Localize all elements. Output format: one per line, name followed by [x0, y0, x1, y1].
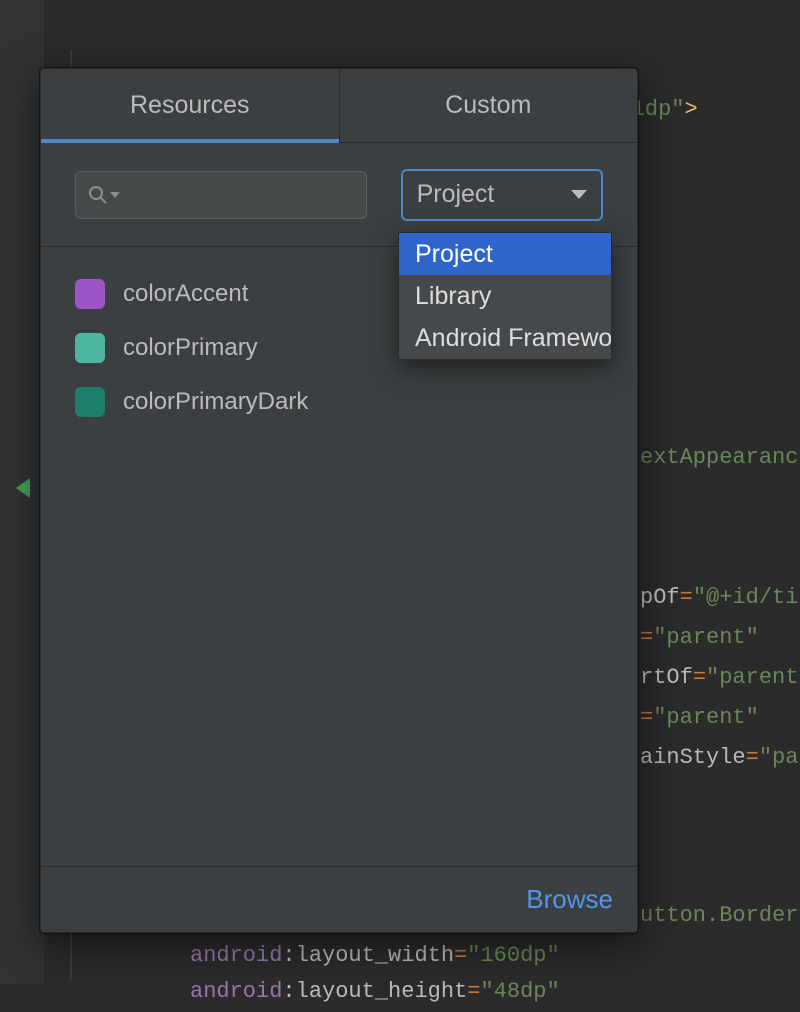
resource-picker-dialog: Resources Custom Project colorAccent col… [40, 68, 638, 933]
dropdown-option-android-framework[interactable]: Android Framework [399, 317, 611, 359]
scope-dropdown: Project Library Android Framework [398, 232, 612, 360]
color-name: colorPrimaryDark [123, 388, 308, 416]
search-input[interactable] [75, 171, 367, 219]
scope-select[interactable]: Project [401, 169, 603, 221]
color-name: colorAccent [123, 280, 248, 308]
color-name: colorPrimary [123, 334, 258, 362]
dialog-footer: Browse [41, 866, 637, 932]
scope-select-label: Project [417, 180, 495, 209]
tab-resources[interactable]: Resources [41, 69, 339, 142]
tab-bar: Resources Custom [41, 69, 637, 143]
color-swatch [75, 333, 105, 363]
dropdown-option-library[interactable]: Library [399, 275, 611, 317]
tab-label: Resources [130, 91, 250, 120]
tab-label: Custom [445, 91, 531, 120]
list-item[interactable]: colorPrimaryDark [75, 375, 603, 429]
search-options-caret-icon [110, 192, 120, 198]
chevron-down-icon [571, 190, 587, 199]
tab-custom[interactable]: Custom [339, 69, 638, 142]
browse-link[interactable]: Browse [526, 884, 613, 915]
dropdown-option-project[interactable]: Project [399, 233, 611, 275]
color-swatch [75, 387, 105, 417]
search-icon [88, 185, 108, 205]
color-swatch [75, 279, 105, 309]
